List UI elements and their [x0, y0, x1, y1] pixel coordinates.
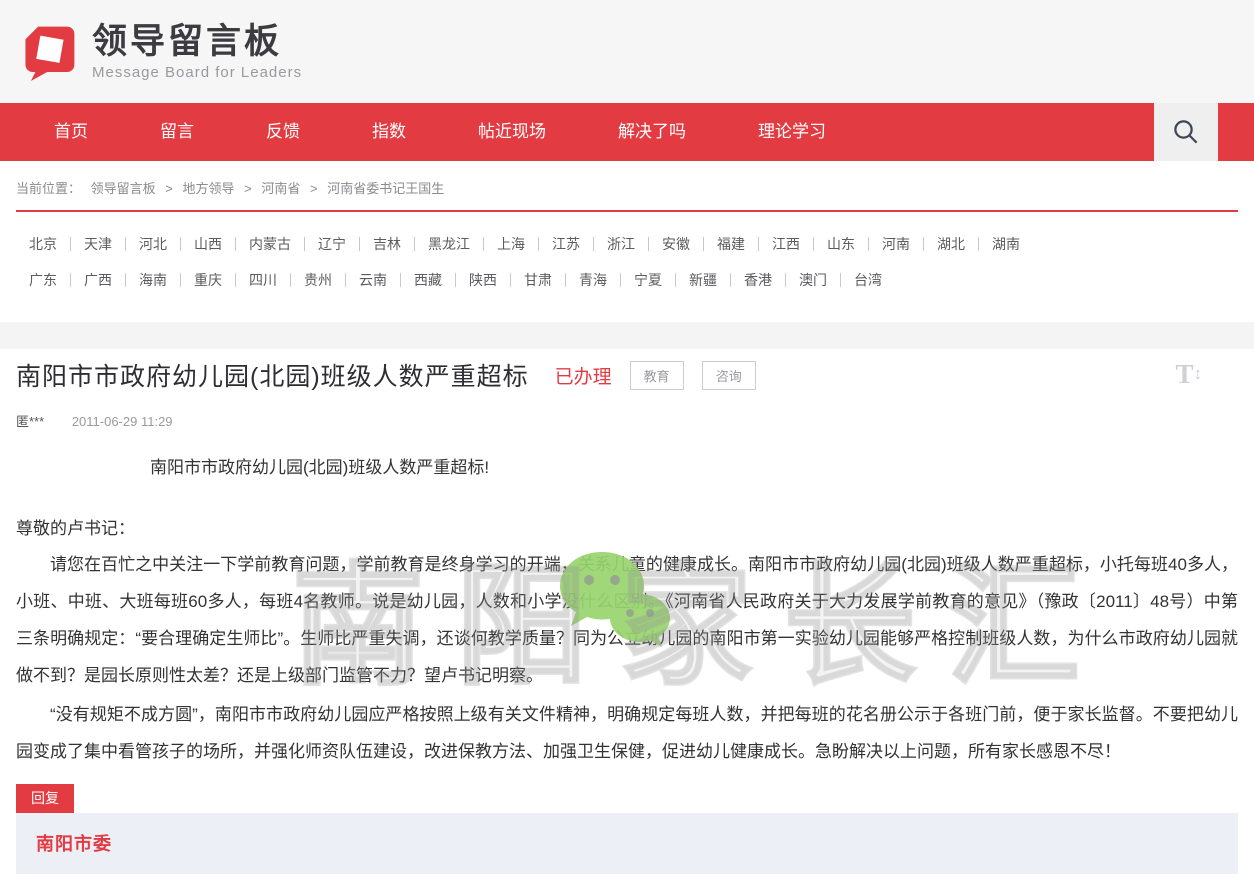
province-link[interactable]: 四川 [236, 270, 290, 290]
breadcrumb-item-henan[interactable]: 河南省 [261, 181, 300, 196]
province-link[interactable]: 澳门 [786, 270, 840, 290]
breadcrumb-item-root[interactable]: 领导留言板 [91, 181, 156, 196]
province-link[interactable]: 云南 [346, 270, 400, 290]
site-logo[interactable]: 领导留言板 Message Board for Leaders [20, 21, 302, 83]
province-link[interactable]: 吉林 [360, 234, 414, 254]
reply-button[interactable]: 回复 [16, 784, 74, 813]
post-salutation: 尊敬的卢书记： [16, 517, 1238, 540]
reply-box: 南阳市委 网友： 您好！感谢您对家乡幼教工作的关心和支持，您于2011年6月29… [16, 813, 1238, 874]
breadcrumb-item-local-leaders[interactable]: 地方领导 [183, 181, 235, 196]
province-link[interactable]: 山东 [814, 234, 868, 254]
main-nav: 首页 留言 反馈 指数 帖近现场 解决了吗 理论学习 [0, 103, 1254, 161]
post-author: 匿*** [16, 414, 44, 429]
text-size-letter: T [1175, 359, 1193, 390]
province-link[interactable]: 河北 [126, 234, 180, 254]
province-link[interactable]: 广东 [16, 270, 70, 290]
breadcrumb-label: 当前位置： [16, 181, 81, 196]
province-links: 北京 天津 河北 山西 内蒙古 辽宁 吉林 黑龙江 上海 江苏 浙江 安徽 福建… [16, 212, 1238, 322]
province-link[interactable]: 江苏 [539, 234, 593, 254]
province-link[interactable]: 西藏 [401, 270, 455, 290]
section-divider-band [0, 322, 1254, 349]
text-size-arrow: ↕ [1194, 364, 1203, 384]
breadcrumb-item-secretary[interactable]: 河南省委书记王国生 [327, 181, 444, 196]
nav-item-feedback[interactable]: 反馈 [230, 103, 336, 161]
province-link[interactable]: 台湾 [841, 270, 895, 290]
province-link[interactable]: 黑龙江 [415, 234, 483, 254]
nav-item-theory[interactable]: 理论学习 [722, 103, 862, 161]
province-link[interactable]: 河南 [869, 234, 923, 254]
tag-education[interactable]: 教育 [630, 361, 684, 390]
reply-org-name: 南阳市委 [36, 830, 1218, 856]
search-button[interactable] [1154, 103, 1218, 161]
province-link[interactable]: 广西 [71, 270, 125, 290]
province-link[interactable]: 贵州 [291, 270, 345, 290]
search-icon [1171, 117, 1201, 147]
site-header: 领导留言板 Message Board for Leaders [0, 0, 1254, 103]
province-link[interactable]: 陕西 [456, 270, 510, 290]
post-body: 南阳市市政府幼儿园(北园)班级人数严重超标! 尊敬的卢书记： 请您在百忙之中关注… [16, 456, 1238, 770]
province-link[interactable]: 宁夏 [621, 270, 675, 290]
province-link[interactable]: 湖北 [924, 234, 978, 254]
post-header: 南阳市市政府幼儿园(北园)班级人数严重超标 已办理 教育 咨询 T ↕ [16, 357, 1238, 393]
province-row-2: 广东 广西 海南 重庆 四川 贵州 云南 西藏 陕西 甘肃 青海 宁夏 新疆 香… [16, 270, 1238, 290]
province-link[interactable]: 安徽 [649, 234, 703, 254]
breadcrumb-separator: > [165, 181, 173, 196]
province-link[interactable]: 浙江 [594, 234, 648, 254]
province-link[interactable]: 新疆 [676, 270, 730, 290]
province-link[interactable]: 香港 [731, 270, 785, 290]
logo-icon [20, 21, 78, 83]
tag-consult[interactable]: 咨询 [702, 361, 756, 390]
post-subject-line: 南阳市市政府幼儿园(北园)班级人数严重超标! [16, 456, 1238, 479]
province-link[interactable]: 辽宁 [305, 234, 359, 254]
breadcrumb-separator: > [244, 181, 252, 196]
nav-item-messages[interactable]: 留言 [124, 103, 230, 161]
province-link[interactable]: 湖南 [979, 234, 1033, 254]
text-size-icon[interactable]: T ↕ [1175, 359, 1202, 390]
logo-title: 领导留言板 [92, 23, 302, 61]
nav-item-scene[interactable]: 帖近现场 [442, 103, 582, 161]
breadcrumb: 当前位置： 领导留言板 > 地方领导 > 河南省 > 河南省委书记王国生 [16, 161, 1238, 210]
province-link[interactable]: 海南 [126, 270, 180, 290]
post-paragraph: 请您在百忙之中关注一下学前教育问题，学前教育是终身学习的开端，关系儿童的健康成长… [16, 546, 1238, 694]
province-link[interactable]: 北京 [16, 234, 70, 254]
province-link[interactable]: 重庆 [181, 270, 235, 290]
province-link[interactable]: 山西 [181, 234, 235, 254]
province-link[interactable]: 内蒙古 [236, 234, 304, 254]
province-link[interactable]: 江西 [759, 234, 813, 254]
nav-item-solved[interactable]: 解决了吗 [582, 103, 722, 161]
post-paragraph: “没有规矩不成方圆”，南阳市市政府幼儿园应严格按照上级有关文件精神，明确规定每班… [16, 696, 1238, 770]
province-link[interactable]: 上海 [484, 234, 538, 254]
logo-subtitle: Message Board for Leaders [92, 64, 302, 81]
post-date: 2011-06-29 11:29 [72, 414, 173, 429]
province-link[interactable]: 青海 [566, 270, 620, 290]
post-meta: 匿*** 2011-06-29 11:29 [16, 411, 1238, 430]
nav-item-index[interactable]: 指数 [336, 103, 442, 161]
reply-section: 回复 南阳市委 网友： 您好！感谢您对家乡幼教工作的关心和支持，您于2011年6… [0, 784, 1254, 874]
nav-item-home[interactable]: 首页 [18, 103, 124, 161]
logo-text: 领导留言板 Message Board for Leaders [92, 23, 302, 81]
province-link[interactable]: 天津 [71, 234, 125, 254]
status-badge: 已办理 [555, 362, 612, 389]
breadcrumb-separator: > [310, 181, 318, 196]
post-title: 南阳市市政府幼儿园(北园)班级人数严重超标 [16, 357, 529, 393]
province-link[interactable]: 甘肃 [511, 270, 565, 290]
province-row-1: 北京 天津 河北 山西 内蒙古 辽宁 吉林 黑龙江 上海 江苏 浙江 安徽 福建… [16, 234, 1238, 254]
province-link[interactable]: 福建 [704, 234, 758, 254]
